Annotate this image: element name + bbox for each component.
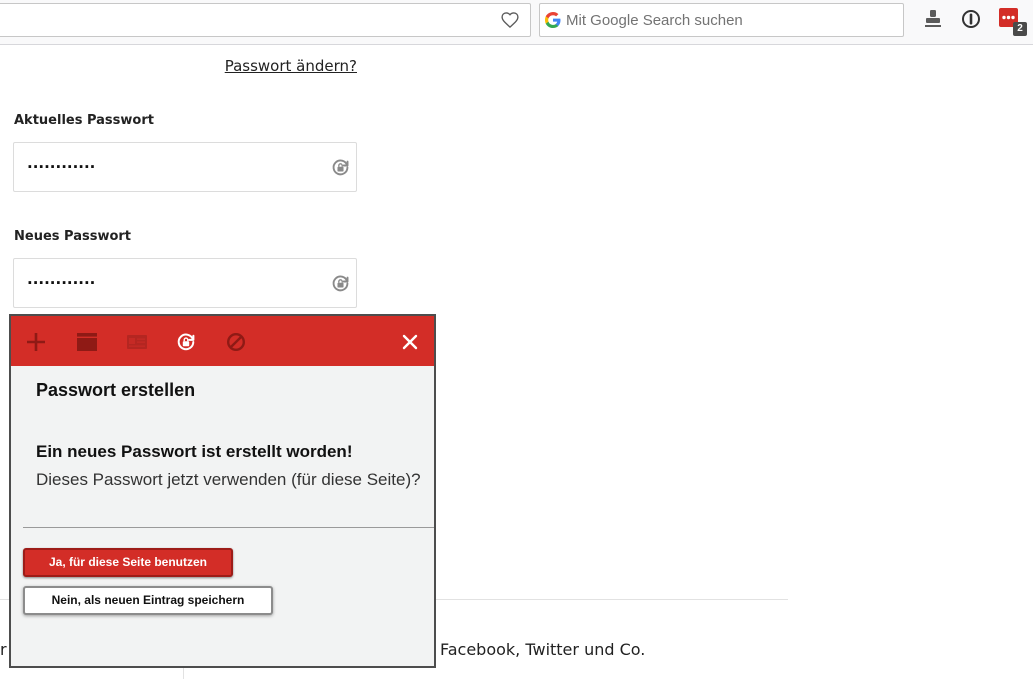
- current-password-field[interactable]: ············: [13, 142, 357, 192]
- new-password-label: Neues Passwort: [14, 229, 132, 244]
- generate-password-icon[interactable]: [176, 332, 196, 352]
- change-password-link[interactable]: Passwort ändern?: [225, 57, 357, 75]
- use-for-site-button[interactable]: Ja, für diese Seite benutzen: [23, 548, 233, 577]
- browser-toolbar: 2: [0, 0, 1033, 45]
- site-icon[interactable]: [77, 332, 97, 352]
- generate-password-icon[interactable]: [331, 274, 350, 293]
- search-bar[interactable]: [539, 3, 904, 37]
- popup-message-heading: Ein neues Passwort ist erstellt worden!: [36, 442, 353, 461]
- generate-password-icon[interactable]: [331, 158, 350, 177]
- search-input[interactable]: [566, 4, 896, 36]
- onepassword-icon[interactable]: [961, 9, 981, 29]
- add-icon[interactable]: [26, 332, 46, 352]
- lastpass-badge: 2: [1013, 22, 1027, 36]
- never-icon[interactable]: [226, 332, 246, 352]
- social-heading: Facebook, Twitter und Co.: [440, 640, 646, 659]
- popup-title: Passwort erstellen: [36, 380, 196, 400]
- current-password-value: ············: [27, 158, 96, 176]
- heart-icon[interactable]: [500, 10, 520, 30]
- close-icon[interactable]: [401, 333, 421, 353]
- lastpass-button[interactable]: 2: [999, 8, 1029, 38]
- column-divider: [183, 667, 184, 679]
- stamp-icon[interactable]: [923, 9, 943, 29]
- popup-message-text: Dieses Passwort jetzt verwenden (für die…: [36, 470, 421, 489]
- url-bar[interactable]: [0, 3, 531, 37]
- google-g-icon: [545, 12, 561, 28]
- form-fill-icon[interactable]: [127, 332, 147, 352]
- save-new-entry-button[interactable]: Nein, als neuen Eintrag speichern: [23, 586, 273, 615]
- truncated-text: r: [0, 640, 7, 659]
- new-password-value: ············: [27, 274, 96, 292]
- popup-divider: [23, 527, 434, 528]
- popup-toolbar: [11, 316, 434, 366]
- new-password-field[interactable]: ············: [13, 258, 357, 308]
- current-password-label: Aktuelles Passwort: [14, 113, 154, 128]
- lastpass-popup: Passwort erstellen Ein neues Passwort is…: [9, 314, 436, 668]
